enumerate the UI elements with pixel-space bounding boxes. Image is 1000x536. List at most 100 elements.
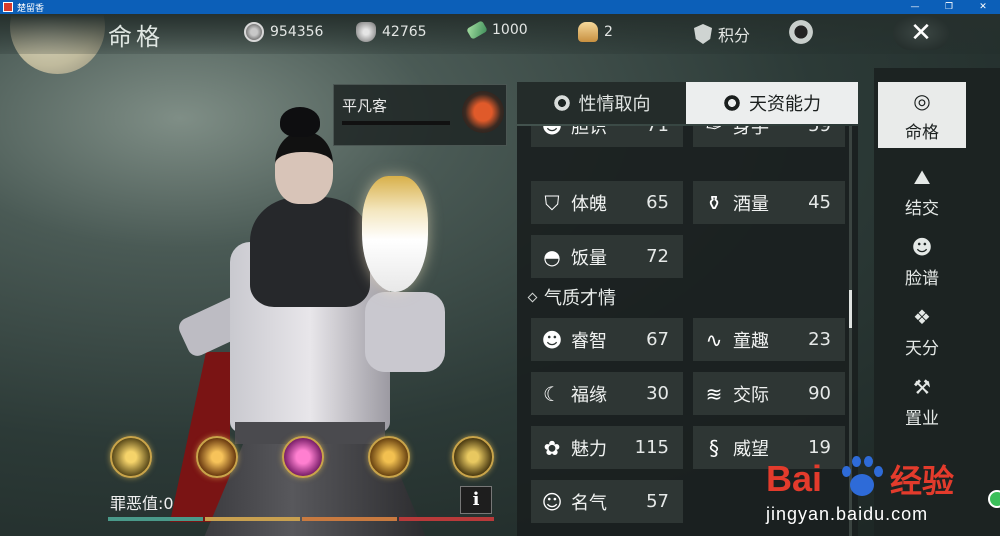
skill-bowl-icon[interactable] <box>368 436 410 478</box>
floating-assistant-icon[interactable] <box>988 490 1000 508</box>
close-button[interactable]: ✕ <box>893 16 949 50</box>
friendship-icon: ⛰ <box>913 164 931 189</box>
currency-value: 954356 <box>270 24 324 40</box>
sidebar-item-face-mask[interactable]: ☻ 脸谱 <box>878 228 966 294</box>
name-underline <box>342 121 450 125</box>
attribute-label: 体魄 <box>571 193 607 215</box>
skill-heart-icon[interactable] <box>282 436 324 478</box>
sidebar-item-label: 天分 <box>905 338 939 359</box>
character-head <box>275 132 333 204</box>
sidebar-item-property[interactable]: ⚒ 置业 <box>878 368 966 434</box>
tab-temperament[interactable]: 性情取向 <box>517 82 686 124</box>
currency-silver: 42765 <box>356 22 427 42</box>
attribute-cell: ✑ 身手 59 <box>693 126 845 147</box>
app-icon <box>3 2 13 12</box>
settings-gear-icon[interactable] <box>786 17 816 47</box>
attribute-value: 72 <box>646 246 669 267</box>
attribute-cell: ☺ 名气 57 <box>531 480 683 523</box>
serpent-icon: § <box>709 435 719 460</box>
sin-bar-segment <box>108 517 203 521</box>
attribute-cell: ≋ 交际 90 <box>693 372 845 415</box>
skill-orb-icon[interactable] <box>110 436 152 478</box>
wind-icon: ≋ <box>705 381 723 406</box>
section-title: 气质才情 <box>544 288 616 309</box>
currency-value: 2 <box>604 24 613 40</box>
watermark-brand-left: Bai <box>766 458 823 499</box>
attribute-value: 67 <box>646 329 669 350</box>
swirl-icon <box>552 94 571 112</box>
character-name-card[interactable]: 平凡客 <box>333 84 507 146</box>
character-scarf <box>250 197 370 307</box>
baidu-watermark: Bai 经验 jingyan.baidu.com <box>766 452 1000 536</box>
attribute-value: 115 <box>634 437 669 458</box>
currency-gold: 2 <box>578 22 613 42</box>
attribute-cell: ☾ 福缘 30 <box>531 372 683 415</box>
game-scene: 命格 954356 42765 1000 2 积分 ✕ 平凡客 罪恶值:0 i … <box>0 14 1000 536</box>
top-bar: 命格 954356 42765 1000 2 积分 ✕ <box>0 14 1000 54</box>
sidebar-item-label: 置业 <box>905 408 939 429</box>
attribute-label: 胆识 <box>571 126 607 138</box>
flower-icon: ✿ <box>543 435 561 460</box>
sidebar-item-talent[interactable]: ❖ 天分 <box>878 298 966 364</box>
window-controls: — ❐ ✕ <box>898 0 1000 14</box>
attribute-value: 65 <box>646 192 669 213</box>
mask-icon: ☻ <box>537 126 567 141</box>
attribute-label: 睿智 <box>571 330 607 352</box>
attribute-label: 名气 <box>571 492 607 514</box>
attribute-cell: ⚱ 酒量 45 <box>693 181 845 224</box>
watermark-brand-right: 经验 <box>890 462 955 500</box>
score-label: 积分 <box>718 26 751 45</box>
window-titlebar: 楚留香 — ❐ ✕ <box>0 0 1000 14</box>
window-title: 楚留香 <box>17 3 45 14</box>
skill-burst-icon[interactable] <box>196 436 238 478</box>
attribute-cell: ☻ 睿智 67 <box>531 318 683 361</box>
attribute-value: 45 <box>808 192 831 213</box>
coin-icon <box>244 22 264 42</box>
attribute-value: 30 <box>646 383 669 404</box>
score-button[interactable]: 积分 <box>694 22 750 46</box>
skill-armor-icon[interactable] <box>452 436 494 478</box>
sin-bar-segment <box>302 517 397 521</box>
character-hair <box>280 107 320 137</box>
info-button[interactable]: i <box>460 486 492 514</box>
attribute-value: 90 <box>808 383 831 404</box>
section-header: 气质才情 <box>527 284 616 310</box>
attribute-cell: ✿ 魅力 115 <box>531 426 683 469</box>
attribute-value: 59 <box>808 126 831 136</box>
paw-icon <box>838 456 886 502</box>
brush-icon: ✑ <box>699 126 729 141</box>
attribute-label: 童趣 <box>733 330 769 352</box>
attribute-cell: ∿ 童趣 23 <box>693 318 845 361</box>
attribute-label: 福缘 <box>571 384 607 406</box>
tab-talent[interactable]: 天资能力 <box>686 82 858 124</box>
robe-icon: ⛉ <box>544 190 560 215</box>
character-right-sleeve <box>365 292 445 372</box>
jade-icon <box>466 20 488 40</box>
window-close-button[interactable]: ✕ <box>966 0 1000 14</box>
face-mask-icon: ☻ <box>911 234 933 259</box>
sidebar-item-friendship[interactable]: ⛰ 结交 <box>878 158 966 224</box>
character-name: 平凡客 <box>342 97 388 115</box>
attribute-cell: ◓ 饭量 72 <box>531 235 683 278</box>
currency-value: 42765 <box>382 24 427 40</box>
attribute-label: 身手 <box>733 126 769 138</box>
attribute-label: 魅力 <box>571 438 607 460</box>
talent-icon: ❖ <box>913 304 931 329</box>
scrollbar-thumb[interactable] <box>849 290 852 328</box>
sidebar-item-destiny[interactable]: ◎ 命格 <box>878 82 966 148</box>
fox-emblem-icon <box>462 91 504 133</box>
maximize-button[interactable]: ❐ <box>932 0 966 14</box>
bun-icon: ◓ <box>543 244 561 269</box>
sin-progress-bar <box>108 517 494 521</box>
sidebar-item-label: 命格 <box>905 122 939 143</box>
attribute-value: 23 <box>808 329 831 350</box>
attribute-cell: ⛉ 体魄 65 <box>531 181 683 224</box>
watermark-url: jingyan.baidu.com <box>766 504 929 524</box>
destiny-icon: ◎ <box>913 88 931 113</box>
mask-icon: ☻ <box>541 327 563 352</box>
attribute-label: 饭量 <box>571 247 607 269</box>
sin-bar-segment <box>205 517 300 521</box>
minimize-button[interactable]: — <box>898 0 932 14</box>
sidebar-item-label: 脸谱 <box>905 268 939 289</box>
tab-label: 天资能力 <box>749 94 821 115</box>
